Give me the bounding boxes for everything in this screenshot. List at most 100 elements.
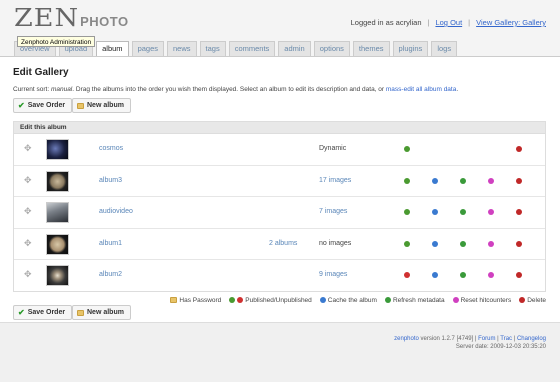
footer: zenphoto version 1.2.7 [4749] | Forum | … [0,322,560,382]
published-icon[interactable] [404,240,410,247]
tab-admin[interactable]: admin [278,41,311,56]
new-album-button[interactable]: New album [72,98,131,113]
refresh-icon [384,297,391,303]
icon-legend: Has Password Published/Unpublished Cache… [13,295,546,305]
published-icon [229,297,236,303]
save-order-button-bottom[interactable]: ✔ Save Order [13,305,73,320]
album-row[interactable]: ✥ audiovideo 7 images [14,197,545,229]
album-image-count[interactable]: 9 images [319,271,347,278]
mass-edit-link[interactable]: mass-edit all album data [386,86,456,93]
logout-link[interactable]: Log Out [435,18,462,27]
drag-handle-icon[interactable]: ✥ [24,144,32,153]
album-name-link[interactable]: audiovideo [99,208,133,215]
view-gallery-link[interactable]: View Gallery: Gallery [476,18,546,27]
delete-icon[interactable] [516,146,522,152]
subalbum-count[interactable]: 2 albums [269,240,297,247]
sort-instructions: Current sort: manual. Drag the albums in… [13,86,459,93]
unpublished-icon[interactable] [404,272,410,279]
album-row[interactable]: ✥ album2 9 images [14,260,545,292]
admin-tooltip: Zenphoto Administration [17,36,96,47]
page-title: Edit Gallery [13,67,69,78]
album-name-link[interactable]: album3 [99,177,122,184]
cache-album-icon[interactable] [432,177,438,184]
legend-reset: Reset hitcounters [452,297,511,304]
drag-handle-icon[interactable]: ✥ [24,238,32,248]
current-sort: manual [50,86,73,93]
album-thumbnail[interactable] [46,139,69,160]
legend-delete: Delete [519,297,546,304]
reset-icon [452,297,459,303]
reset-hitcounter-icon[interactable] [488,240,494,247]
legend-refresh: Refresh metadata [384,297,445,304]
album-name-link[interactable]: album1 [99,240,122,247]
album-image-count: no images [319,239,352,247]
album-row[interactable]: ✥ cosmos Dynamic [14,134,545,166]
album-thumbnail[interactable] [46,233,69,255]
folder-icon [77,309,84,316]
reset-hitcounter-icon[interactable] [488,177,494,184]
new-album-button-bottom[interactable]: New album [72,305,131,320]
tab-tags[interactable]: tags [199,41,226,56]
refresh-metadata-icon[interactable] [460,240,466,247]
cache-album-icon[interactable] [432,240,438,247]
trac-link[interactable]: Trac [500,336,512,342]
album-thumbnail[interactable] [46,265,69,287]
tab-plugins[interactable]: plugins [392,41,429,56]
album-list-header: Edit this album [14,122,545,134]
lock-icon [170,297,178,303]
changelog-link[interactable]: Changelog [517,336,546,342]
published-icon[interactable] [404,177,410,184]
server-date: Server date: 2009-12-03 20:35:20 [455,344,546,350]
cache-icon [319,297,326,303]
tab-options[interactable]: options [313,41,350,56]
album-thumbnail[interactable] [46,202,69,224]
album-name-link[interactable]: album2 [99,271,122,278]
album-image-count[interactable]: 7 images [319,208,347,215]
album-name-link[interactable]: cosmos [99,145,123,152]
tab-album[interactable]: album [96,41,129,57]
tab-pages[interactable]: pages [131,41,164,56]
published-icon[interactable] [404,146,410,152]
cache-album-icon[interactable] [432,209,438,216]
tab-logs[interactable]: logs [431,41,458,56]
tab-themes[interactable]: themes [352,41,390,56]
check-icon: ✔ [18,100,25,110]
footer-version: zenphoto version 1.2.7 [4749] | Forum | … [394,336,546,342]
logo-photo: PHOTO [80,14,129,29]
refresh-metadata-icon[interactable] [460,177,466,184]
forum-link[interactable]: Forum [478,336,495,342]
save-order-button[interactable]: ✔ Save Order [13,98,73,113]
album-list: Edit this album ✥ cosmos Dynamic ✥ album… [13,121,546,292]
refresh-metadata-icon[interactable] [460,209,466,216]
legend-cache: Cache the album [319,297,377,304]
album-thumbnail[interactable] [46,170,69,192]
tab-comments[interactable]: comments [228,41,276,56]
drag-handle-icon[interactable]: ✥ [24,270,32,279]
refresh-metadata-icon[interactable] [460,272,466,279]
drag-handle-icon[interactable]: ✥ [24,175,32,185]
logged-in-label: Logged in as acrylian [350,18,422,27]
tab-news[interactable]: news [167,41,197,56]
logo-zen: ZEN [14,4,80,33]
drag-handle-icon[interactable]: ✥ [24,207,32,216]
delete-icon[interactable] [516,272,522,279]
legend-password: Has Password [170,297,221,304]
zenphoto-link[interactable]: zenphoto [394,336,419,342]
album-row[interactable]: ✥ album1 2 albums no images [14,229,545,261]
reset-hitcounter-icon[interactable] [488,209,494,216]
cache-album-icon[interactable] [432,272,438,279]
main-content: Edit Gallery Current sort: manual. Drag … [0,56,560,322]
user-bar: Logged in as acrylian | Log Out | View G… [350,18,546,27]
delete-icon[interactable] [516,177,522,184]
album-image-count[interactable]: 17 images [319,177,351,184]
delete-icon[interactable] [516,209,522,216]
folder-icon [77,102,84,109]
delete-icon[interactable] [516,240,522,247]
zenphoto-logo[interactable]: ZEN PHOTO [14,6,129,32]
published-icon[interactable] [404,209,410,216]
album-row[interactable]: ✥ album3 17 images [14,166,545,198]
check-icon: ✔ [18,307,25,317]
header: ZEN PHOTO Logged in as acrylian | Log Ou… [0,0,560,57]
reset-hitcounter-icon[interactable] [488,272,494,279]
album-image-count: Dynamic [319,145,347,152]
